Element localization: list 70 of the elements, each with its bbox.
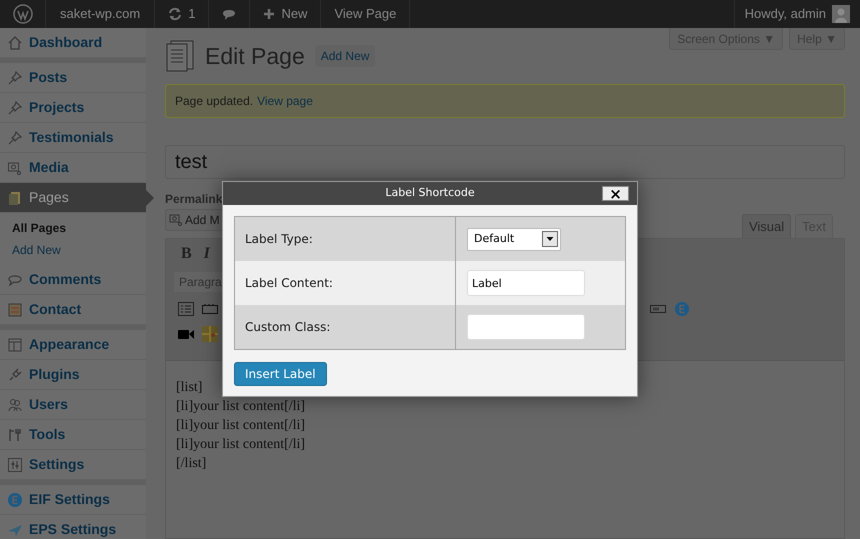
house-icon [7,34,23,50]
layout-icon [7,336,23,352]
field-label: Label Type: [245,231,313,248]
content-line: [/list] [176,455,206,473]
close-button[interactable]: × [602,186,629,201]
wordpress-logo-icon[interactable] [12,4,32,24]
sidebar-item[interactable]: Users [0,390,146,420]
field-label: Label Content: [245,275,333,292]
sidebar-item[interactable]: Comments [0,265,146,295]
bold-button[interactable]: B [181,242,192,266]
new-link[interactable]: New [250,0,322,28]
e-logo-icon [7,492,23,508]
sidebar-item[interactable]: Dashboard [0,28,146,58]
video-camera-icon[interactable] [178,328,194,340]
italic-button[interactable]: I [204,242,210,266]
sidebar-item[interactable]: Tools [0,420,146,450]
pointer-arrow-icon [146,190,154,206]
type-dropdown[interactable]: Default [467,228,561,250]
refresh-icon [168,7,182,21]
list-icon[interactable] [178,302,194,316]
caret-icon [542,231,558,247]
map-icon[interactable] [202,326,218,342]
sidebar-item[interactable]: Projects [0,93,146,123]
submenu-item[interactable]: All Pages [0,217,66,239]
film-strip-icon[interactable] [202,303,218,315]
e-logo-icon [674,301,690,317]
sidebar-item[interactable]: Appearance [0,330,146,360]
text-field[interactable] [467,314,585,340]
sidebar-item[interactable]: Posts [0,63,146,93]
submenu-item[interactable]: Add New [0,239,61,261]
content-line: [li]your list content[/li] [176,398,306,416]
pin-icon [7,70,23,86]
sidebar-item[interactable]: EPS Settings [0,515,146,539]
keyboard-icon[interactable] [650,305,666,313]
view-page-link[interactable]: View Page [321,0,410,28]
updates-link[interactable]: 1 [155,0,210,28]
comment-icon[interactable] [222,8,236,20]
pin-icon [7,100,23,116]
sidebar-item[interactable]: Contact [0,295,146,325]
add-media-button[interactable]: Add M [165,209,224,231]
sidebar-item[interactable]: Testimonials [0,123,146,153]
dialog-title: Label Shortcode [385,185,475,202]
add-new-button[interactable]: Add New [314,45,376,67]
insert-label-button[interactable]: Insert Label [234,362,327,386]
media-icon [169,213,183,227]
title-field[interactable]: test [165,145,845,179]
pages-icon [7,190,23,206]
tools-icon [7,426,23,442]
field-label: Custom Class: [245,319,330,336]
text-field[interactable]: Label [467,270,585,296]
notice-text: Page updated. [175,93,254,110]
content-line: [li]your list content[/li] [176,417,306,435]
permalink-label: Permalink [165,191,222,206]
view-page-link[interactable]: View page [257,92,313,110]
content-line: [li]your list content[/li] [176,436,306,454]
pin-icon [7,130,23,146]
plug-icon [7,366,23,382]
content-line: [list] [176,379,202,397]
pages-icon [165,40,195,72]
sidebar-item[interactable]: Plugins [0,360,146,390]
form-icon [7,302,23,318]
sidebar-item[interactable]: Pages [0,183,146,213]
sidebar-item[interactable]: EIF Settings [0,485,146,515]
users-icon [7,396,23,412]
sliders-icon [7,456,23,472]
avatar-icon [832,5,850,23]
media-icon [7,160,23,176]
page-heading: Edit Page [205,42,305,71]
plus-icon [263,8,276,20]
sidebar-item[interactable]: Settings [0,450,146,480]
